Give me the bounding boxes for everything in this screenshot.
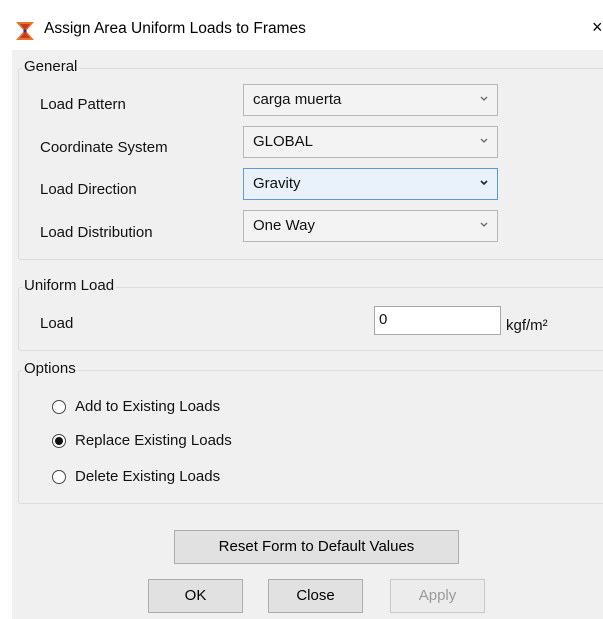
coordinate-system-select[interactable]: GLOBAL [243,126,498,158]
chevron-down-icon [480,138,488,143]
ok-button[interactable]: OK [148,579,243,613]
load-label: Load [40,315,74,332]
coordinate-system-value: GLOBAL [253,133,314,150]
load-input-value: 0 [379,311,388,328]
add-to-existing-loads-radio[interactable] [52,400,66,414]
reset-form-button[interactable]: Reset Form to Default Values [174,530,459,564]
replace-existing-loads-radio[interactable] [52,434,66,448]
delete-existing-loads-label[interactable]: Delete Existing Loads [75,468,220,485]
load-distribution-select[interactable]: One Way [243,210,498,242]
coordinate-system-label: Coordinate System [40,139,168,156]
close-button[interactable]: Close [268,579,363,613]
chevron-down-icon [480,222,488,227]
load-distribution-value: One Way [253,217,315,234]
radio-selected-dot [55,437,63,445]
title-bar: Assign Area Uniform Loads to Frames × [12,8,603,50]
load-pattern-label: Load Pattern [40,96,126,113]
close-window-icon[interactable]: × [592,17,603,38]
load-input[interactable]: 0 [374,306,501,335]
uniform-load-group-label: Uniform Load [22,277,117,294]
load-unit-label: kgf/m² [506,317,548,334]
load-direction-value: Gravity [253,175,301,192]
replace-existing-loads-label[interactable]: Replace Existing Loads [75,432,232,449]
load-direction-label: Load Direction [40,181,137,198]
window-title: Assign Area Uniform Loads to Frames [44,20,306,37]
general-group-label: General [22,58,80,75]
load-distribution-label: Load Distribution [40,224,153,241]
add-to-existing-loads-label[interactable]: Add to Existing Loads [75,398,220,415]
chevron-down-icon [480,180,488,186]
chevron-down-icon [480,96,488,101]
load-direction-select[interactable]: Gravity [243,168,498,200]
dialog-window: Assign Area Uniform Loads to Frames × Ge… [12,8,603,619]
apply-button[interactable]: Apply [390,579,485,613]
app-logo-icon [16,22,34,40]
delete-existing-loads-radio[interactable] [52,470,66,484]
options-group-label: Options [22,360,78,377]
load-pattern-select[interactable]: carga muerta [243,84,498,116]
load-pattern-value: carga muerta [253,91,342,108]
